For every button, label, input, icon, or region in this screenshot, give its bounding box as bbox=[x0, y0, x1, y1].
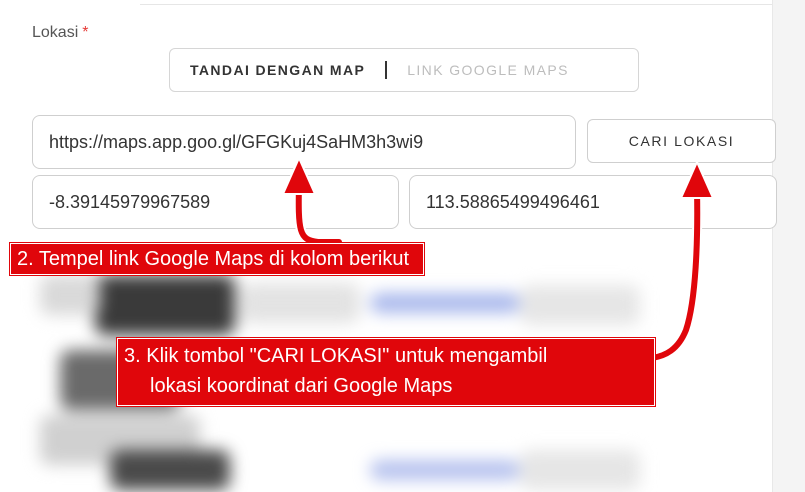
annotation-step-2: 2. Tempel link Google Maps di kolom beri… bbox=[10, 243, 425, 275]
location-mode-toggle: TANDAI DENGAN MAP LINK GOOGLE MAPS bbox=[169, 48, 639, 92]
toggle-mark-on-map[interactable]: TANDAI DENGAN MAP bbox=[170, 62, 385, 78]
find-location-button[interactable]: CARI LOKASI bbox=[587, 119, 776, 163]
maps-url-input[interactable] bbox=[32, 115, 576, 169]
toggle-google-maps-link[interactable]: LINK GOOGLE MAPS bbox=[387, 62, 589, 78]
location-label: Lokasi * bbox=[32, 24, 89, 41]
required-mark: * bbox=[82, 24, 89, 41]
annotation-step-3-line-1: 3. Klik tombol "CARI LOKASI" untuk menga… bbox=[124, 345, 548, 367]
annotation-step-3-line-2: lokasi koordinat dari Google Maps bbox=[150, 375, 453, 397]
top-divider bbox=[140, 0, 772, 5]
longitude-input[interactable] bbox=[409, 175, 777, 229]
latitude-input[interactable] bbox=[32, 175, 399, 229]
annotation-step-3: 3. Klik tombol "CARI LOKASI" untuk menga… bbox=[117, 338, 655, 406]
